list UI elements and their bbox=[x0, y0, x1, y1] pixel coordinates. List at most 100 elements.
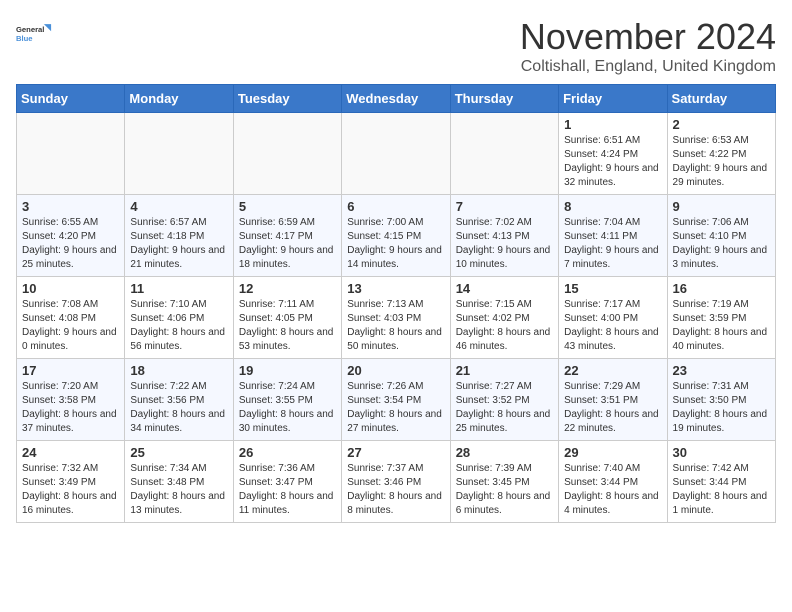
day-info: Sunrise: 7:36 AMSunset: 3:47 PMDaylight:… bbox=[239, 462, 336, 518]
day-info: Sunrise: 7:15 AMSunset: 4:02 PMDaylight:… bbox=[456, 298, 553, 354]
day-number: 5 bbox=[239, 199, 336, 214]
day-number: 20 bbox=[347, 363, 444, 378]
col-friday: Friday bbox=[559, 85, 667, 113]
table-row: 24 Sunrise: 7:32 AMSunset: 3:49 PMDayligh… bbox=[17, 441, 125, 523]
table-row: 1Sunrise: 6:51 AMSunset: 4:24 PMDaylight… bbox=[559, 113, 667, 195]
day-info: Sunrise: 7:24 AMSunset: 3:55 PMDaylight:… bbox=[239, 380, 336, 436]
table-row bbox=[125, 113, 233, 195]
table-row: 5Sunrise: 6:59 AMSunset: 4:17 PMDaylight… bbox=[233, 195, 341, 277]
day-info: Sunrise: 7:22 AMSunset: 3:56 PMDaylight:… bbox=[130, 380, 227, 436]
col-saturday: Saturday bbox=[667, 85, 775, 113]
day-number: 7 bbox=[456, 199, 553, 214]
table-row: 13Sunrise: 7:13 AMSunset: 4:03 PMDayligh… bbox=[342, 277, 450, 359]
table-row: 27 Sunrise: 7:37 AMSunset: 3:46 PMDayligh… bbox=[342, 441, 450, 523]
title-area: November 2024 Coltishall, England, Unite… bbox=[520, 16, 776, 76]
calendar-week-row: 3 Sunrise: 6:55 AMSunset: 4:20 PMDaylight… bbox=[17, 195, 776, 277]
day-number: 22 bbox=[564, 363, 661, 378]
calendar-week-row: 10 Sunrise: 7:08 AMSunset: 4:08 PMDayligh… bbox=[17, 277, 776, 359]
day-info: Sunrise: 6:53 AMSunset: 4:22 PMDaylight:… bbox=[673, 134, 770, 190]
table-row: 6 Sunrise: 7:00 AMSunset: 4:15 PMDaylight… bbox=[342, 195, 450, 277]
header: GeneralBlue November 2024 Coltishall, En… bbox=[16, 16, 776, 76]
day-number: 23 bbox=[673, 363, 770, 378]
day-number: 29 bbox=[564, 445, 661, 460]
day-number: 13 bbox=[347, 281, 444, 296]
day-number: 15 bbox=[564, 281, 661, 296]
day-number: 18 bbox=[130, 363, 227, 378]
day-info: Sunrise: 7:00 AMSunset: 4:15 PMDaylight:… bbox=[347, 216, 444, 272]
day-info: Sunrise: 7:10 AMSunset: 4:06 PMDaylight:… bbox=[130, 298, 227, 354]
day-info: Sunrise: 7:42 AMSunset: 3:44 PMDaylight:… bbox=[673, 462, 770, 518]
table-row: 2 Sunrise: 6:53 AMSunset: 4:22 PMDaylight… bbox=[667, 113, 775, 195]
table-row bbox=[233, 113, 341, 195]
day-info: Sunrise: 7:17 AMSunset: 4:00 PMDaylight:… bbox=[564, 298, 661, 354]
day-info: Sunrise: 7:34 AMSunset: 3:48 PMDaylight:… bbox=[130, 462, 227, 518]
day-info: Sunrise: 7:04 AMSunset: 4:11 PMDaylight:… bbox=[564, 216, 661, 272]
table-row bbox=[450, 113, 558, 195]
day-number: 24 bbox=[22, 445, 119, 460]
table-row: 22 Sunrise: 7:29 AMSunset: 3:51 PMDayligh… bbox=[559, 359, 667, 441]
day-number: 1 bbox=[564, 117, 661, 132]
day-number: 10 bbox=[22, 281, 119, 296]
location-title: Coltishall, England, United Kingdom bbox=[520, 58, 776, 76]
table-row: 15 Sunrise: 7:17 AMSunset: 4:00 PMDayligh… bbox=[559, 277, 667, 359]
day-number: 30 bbox=[673, 445, 770, 460]
day-number: 21 bbox=[456, 363, 553, 378]
table-row: 20Sunrise: 7:26 AMSunset: 3:54 PMDayligh… bbox=[342, 359, 450, 441]
col-tuesday: Tuesday bbox=[233, 85, 341, 113]
table-row: 26 Sunrise: 7:36 AMSunset: 3:47 PMDayligh… bbox=[233, 441, 341, 523]
day-number: 17 bbox=[22, 363, 119, 378]
day-info: Sunrise: 7:20 AMSunset: 3:58 PMDaylight:… bbox=[22, 380, 119, 436]
table-row: 7 Sunrise: 7:02 AMSunset: 4:13 PMDaylight… bbox=[450, 195, 558, 277]
day-number: 28 bbox=[456, 445, 553, 460]
table-row: 3 Sunrise: 6:55 AMSunset: 4:20 PMDaylight… bbox=[17, 195, 125, 277]
table-row: 28 Sunrise: 7:39 AMSunset: 3:45 PMDayligh… bbox=[450, 441, 558, 523]
table-row: 25 Sunrise: 7:34 AMSunset: 3:48 PMDayligh… bbox=[125, 441, 233, 523]
day-info: Sunrise: 7:27 AMSunset: 3:52 PMDaylight:… bbox=[456, 380, 553, 436]
day-info: Sunrise: 7:06 AMSunset: 4:10 PMDaylight:… bbox=[673, 216, 770, 272]
day-number: 27 bbox=[347, 445, 444, 460]
table-row: 19Sunrise: 7:24 AMSunset: 3:55 PMDayligh… bbox=[233, 359, 341, 441]
day-info: Sunrise: 7:39 AMSunset: 3:45 PMDaylight:… bbox=[456, 462, 553, 518]
table-row: 18 Sunrise: 7:22 AMSunset: 3:56 PMDayligh… bbox=[125, 359, 233, 441]
day-info: Sunrise: 6:55 AMSunset: 4:20 PMDaylight:… bbox=[22, 216, 119, 272]
table-row: 29 Sunrise: 7:40 AMSunset: 3:44 PMDayligh… bbox=[559, 441, 667, 523]
day-info: Sunrise: 7:19 AMSunset: 3:59 PMDaylight:… bbox=[673, 298, 770, 354]
day-number: 2 bbox=[673, 117, 770, 132]
day-number: 9 bbox=[673, 199, 770, 214]
day-number: 3 bbox=[22, 199, 119, 214]
table-row: 30 Sunrise: 7:42 AMSunset: 3:44 PMDayligh… bbox=[667, 441, 775, 523]
svg-text:Blue: Blue bbox=[16, 34, 33, 43]
day-number: 26 bbox=[239, 445, 336, 460]
day-info: Sunrise: 7:29 AMSunset: 3:51 PMDaylight:… bbox=[564, 380, 661, 436]
calendar-week-row: 24 Sunrise: 7:32 AMSunset: 3:49 PMDayligh… bbox=[17, 441, 776, 523]
calendar-week-row: 1Sunrise: 6:51 AMSunset: 4:24 PMDaylight… bbox=[17, 113, 776, 195]
day-number: 25 bbox=[130, 445, 227, 460]
table-row: 14 Sunrise: 7:15 AMSunset: 4:02 PMDayligh… bbox=[450, 277, 558, 359]
day-info: Sunrise: 7:32 AMSunset: 3:49 PMDaylight:… bbox=[22, 462, 119, 518]
day-info: Sunrise: 7:37 AMSunset: 3:46 PMDaylight:… bbox=[347, 462, 444, 518]
calendar-week-row: 17 Sunrise: 7:20 AMSunset: 3:58 PMDayligh… bbox=[17, 359, 776, 441]
day-info: Sunrise: 7:08 AMSunset: 4:08 PMDaylight:… bbox=[22, 298, 119, 354]
table-row: 9 Sunrise: 7:06 AMSunset: 4:10 PMDaylight… bbox=[667, 195, 775, 277]
table-row: 17 Sunrise: 7:20 AMSunset: 3:58 PMDayligh… bbox=[17, 359, 125, 441]
col-monday: Monday bbox=[125, 85, 233, 113]
table-row bbox=[342, 113, 450, 195]
svg-text:General: General bbox=[16, 25, 44, 34]
calendar-table: Sunday Monday Tuesday Wednesday Thursday… bbox=[16, 84, 776, 523]
day-number: 12 bbox=[239, 281, 336, 296]
table-row bbox=[17, 113, 125, 195]
day-info: Sunrise: 7:11 AMSunset: 4:05 PMDaylight:… bbox=[239, 298, 336, 354]
day-number: 6 bbox=[347, 199, 444, 214]
col-thursday: Thursday bbox=[450, 85, 558, 113]
col-sunday: Sunday bbox=[17, 85, 125, 113]
day-number: 8 bbox=[564, 199, 661, 214]
day-info: Sunrise: 7:02 AMSunset: 4:13 PMDaylight:… bbox=[456, 216, 553, 272]
day-number: 16 bbox=[673, 281, 770, 296]
day-info: Sunrise: 7:40 AMSunset: 3:44 PMDaylight:… bbox=[564, 462, 661, 518]
day-number: 11 bbox=[130, 281, 227, 296]
table-row: 8 Sunrise: 7:04 AMSunset: 4:11 PMDaylight… bbox=[559, 195, 667, 277]
day-number: 14 bbox=[456, 281, 553, 296]
logo: GeneralBlue bbox=[16, 16, 52, 52]
logo-icon: GeneralBlue bbox=[16, 16, 52, 52]
table-row: 23Sunrise: 7:31 AMSunset: 3:50 PMDayligh… bbox=[667, 359, 775, 441]
